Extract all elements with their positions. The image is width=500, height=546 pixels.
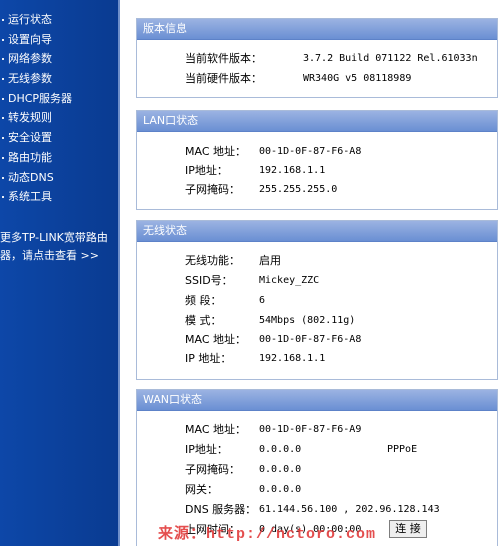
sidebar-item-label: 无线参数 xyxy=(8,72,52,86)
software-version-label: 当前软件版本： xyxy=(185,52,262,65)
wan-ip-label: IP地址： xyxy=(185,443,228,456)
sidebar-item-label: 系统工具 xyxy=(8,190,52,204)
sidebar-item-label: 安全设置 xyxy=(8,131,52,145)
lan-mac-value: 00-1D-0F-87-F6-A8 xyxy=(259,146,362,157)
wireless-ip-label: IP 地址： xyxy=(185,352,232,365)
sidebar-item-label: 网络参数 xyxy=(8,52,52,66)
sidebar-item-label: 路由功能 xyxy=(8,150,52,164)
panel-title: LAN口状态 xyxy=(137,111,497,132)
version-panel: 版本信息 当前软件版本： 3.7.2 Build 071122 Rel.6103… xyxy=(136,18,498,98)
promo-line-1: 更多TP-LINK宽带路由 xyxy=(0,231,108,244)
wan-dns-label: DNS 服务器： xyxy=(185,503,257,516)
wireless-ip-value: 192.168.1.1 xyxy=(259,353,326,364)
lan-mac-label: MAC 地址： xyxy=(185,145,246,158)
wan-gateway-value: 0.0.0.0 xyxy=(259,484,302,495)
bullet-icon xyxy=(2,97,4,100)
hardware-version-label: 当前硬件版本： xyxy=(185,72,262,85)
panel-title: 无线状态 xyxy=(137,221,497,242)
software-version-value: 3.7.2 Build 071122 Rel.61033n xyxy=(303,53,478,64)
sidebar-item-wizard[interactable]: 设置向导 xyxy=(0,30,118,50)
lan-mask-value: 255.255.255.0 xyxy=(259,184,338,195)
wan-mask-value: 0.0.0.0 xyxy=(259,464,302,475)
lan-panel: LAN口状态 MAC 地址： 00-1D-0F-87-F6-A8 IP地址： 1… xyxy=(136,110,498,210)
bullet-icon xyxy=(2,137,4,140)
sidebar-item-system-tools[interactable]: 系统工具 xyxy=(0,187,118,207)
hardware-version-value: WR340G v5 08118989 xyxy=(303,73,412,84)
sidebar-item-security[interactable]: 安全设置 xyxy=(0,128,118,148)
bullet-icon xyxy=(2,156,4,159)
wan-ip-value: 0.0.0.0 xyxy=(259,444,302,455)
sidebar-item-wireless[interactable]: 无线参数 xyxy=(0,69,118,89)
bullet-icon xyxy=(2,196,4,199)
sidebar-item-forwarding[interactable]: 转发规则 xyxy=(0,108,118,128)
sidebar-item-label: 动态DNS xyxy=(8,170,54,184)
mode-value: 54Mbps (802.11g) xyxy=(259,315,356,326)
wireless-function-label: 无线功能： xyxy=(185,254,240,267)
wireless-function-value: 启用 xyxy=(259,254,281,267)
wan-mac-label: MAC 地址： xyxy=(185,423,246,436)
connect-button[interactable]: 连 接 xyxy=(389,520,427,538)
sidebar-item-label: 运行状态 xyxy=(8,13,52,26)
sidebar-item-label: 设置向导 xyxy=(8,32,52,46)
wireless-mac-label: MAC 地址： xyxy=(185,333,246,346)
sidebar-item-ddns[interactable]: 动态DNS xyxy=(0,168,118,188)
sidebar-item-label: 转发规则 xyxy=(8,111,52,125)
sidebar-item-label: DHCP服务器 xyxy=(8,91,73,105)
channel-label: 频 段： xyxy=(185,294,222,307)
panel-title: 版本信息 xyxy=(137,19,497,40)
watermark: 来源：http://nctoro.com xyxy=(158,526,377,543)
wan-mask-label: 子网掩码： xyxy=(185,463,240,476)
wan-mac-value: 00-1D-0F-87-F6-A9 xyxy=(259,424,362,435)
wan-connection-type: PPPoE xyxy=(387,444,418,455)
promo-link[interactable]: 更多TP-LINK宽带路由 器，请点击查看 >> xyxy=(0,229,118,265)
bullet-icon xyxy=(2,78,4,81)
sidebar-nav: 运行状态 设置向导 网络参数 无线参数 DHCP服务器 转发规则 安全设置 路由… xyxy=(0,10,118,207)
lan-ip-value: 192.168.1.1 xyxy=(259,165,326,176)
bullet-icon xyxy=(2,176,4,179)
panel-title: WAN口状态 xyxy=(137,390,497,411)
main-content: 版本信息 当前软件版本： 3.7.2 Build 071122 Rel.6103… xyxy=(120,0,500,546)
sidebar-item-dhcp[interactable]: DHCP服务器 xyxy=(0,89,118,109)
promo-line-2[interactable]: 器，请点击查看 >> xyxy=(0,247,118,265)
ssid-label: SSID号： xyxy=(185,274,233,287)
wireless-mac-value: 00-1D-0F-87-F6-A8 xyxy=(259,334,362,345)
sidebar: 运行状态 设置向导 网络参数 无线参数 DHCP服务器 转发规则 安全设置 路由… xyxy=(0,0,118,546)
lan-ip-label: IP地址： xyxy=(185,164,228,177)
bullet-icon xyxy=(2,38,4,41)
wireless-panel: 无线状态 无线功能： 启用 SSID号： Mickey_ZZC 频 段： 6 模… xyxy=(136,220,498,380)
bullet-icon xyxy=(2,19,4,21)
wan-gateway-label: 网关： xyxy=(185,483,218,496)
sidebar-item-network[interactable]: 网络参数 xyxy=(0,49,118,69)
bullet-icon xyxy=(2,117,4,120)
channel-value: 6 xyxy=(259,295,266,306)
bullet-icon xyxy=(2,58,4,61)
sidebar-item-status[interactable]: 运行状态 xyxy=(0,10,118,30)
ssid-value: Mickey_ZZC xyxy=(259,275,320,286)
wan-dns-value: 61.144.56.100 , 202.96.128.143 xyxy=(259,504,440,515)
lan-mask-label: 子网掩码： xyxy=(185,183,240,196)
sidebar-item-routing[interactable]: 路由功能 xyxy=(0,148,118,168)
mode-label: 模 式： xyxy=(185,314,222,327)
